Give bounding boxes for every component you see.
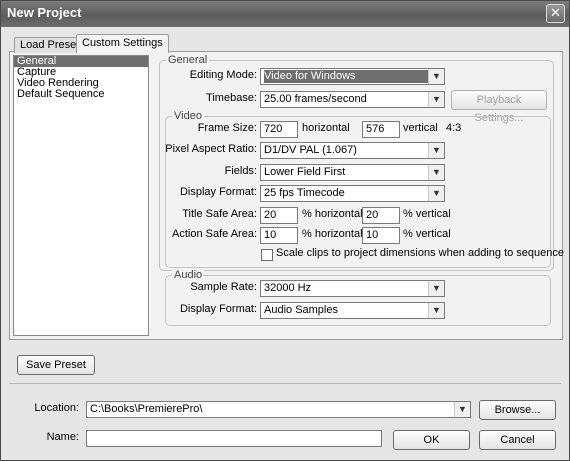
action-safe-vertical-input[interactable]: 10 xyxy=(362,227,400,244)
timebase-label: Timebase: xyxy=(206,92,257,104)
pixel-aspect-select[interactable]: D1/DV PAL (1.067) ▼ xyxy=(260,142,445,159)
action-safe-label: Action Safe Area: xyxy=(172,228,257,240)
editing-mode-label: Editing Mode: xyxy=(189,69,257,81)
nav-item-default-sequence[interactable]: Default Sequence xyxy=(14,89,148,100)
title-safe-horizontal-label: % horizontal xyxy=(302,208,363,220)
frame-horizontal-label: horizontal xyxy=(302,122,350,134)
window-title: New Project xyxy=(7,5,82,20)
frame-width-input[interactable]: 720 xyxy=(260,121,298,138)
scale-clips-checkbox[interactable] xyxy=(261,249,273,261)
title-safe-vertical-label: % vertical xyxy=(403,208,451,220)
editing-mode-value: Video for Windows xyxy=(264,70,428,83)
title-safe-label: Title Safe Area: xyxy=(182,208,257,220)
cancel-button[interactable]: Cancel xyxy=(479,430,556,450)
display-format-select[interactable]: 25 fps Timecode ▼ xyxy=(260,185,445,202)
editing-mode-select[interactable]: Video for Windows ▼ xyxy=(260,68,445,85)
sample-rate-label: Sample Rate: xyxy=(190,281,257,293)
separator xyxy=(9,383,561,384)
frame-height-input[interactable]: 576 xyxy=(362,121,400,138)
timebase-value: 25.00 frames/second xyxy=(264,93,367,105)
sample-rate-value: 32000 Hz xyxy=(264,282,312,294)
display-format-label: Display Format: xyxy=(179,186,257,198)
tab-custom-settings[interactable]: Custom Settings xyxy=(76,34,169,53)
project-name-input[interactable] xyxy=(86,430,382,447)
fields-select[interactable]: Lower Field First ▼ xyxy=(260,164,445,181)
ok-button[interactable]: OK xyxy=(393,430,470,450)
pixel-aspect-label: Pixel Aspect Ratio: xyxy=(165,143,257,155)
sample-rate-select[interactable]: 32000 Hz ▼ xyxy=(260,280,445,297)
general-group-label: General xyxy=(166,54,210,66)
chevron-down-icon: ▼ xyxy=(428,69,444,84)
save-preset-button[interactable]: Save Preset xyxy=(17,355,95,375)
pixel-aspect-value: D1/DV PAL (1.067) xyxy=(264,144,357,156)
audio-display-format-select[interactable]: Audio Samples ▼ xyxy=(260,302,445,319)
chevron-down-icon: ▼ xyxy=(428,303,444,318)
location-value: C:\Books\PremierePro\ xyxy=(90,403,203,415)
chevron-down-icon: ▼ xyxy=(428,281,444,296)
chevron-down-icon: ▼ xyxy=(428,92,444,107)
frame-size-label: Frame Size: xyxy=(197,122,257,134)
browse-button[interactable]: Browse... xyxy=(479,400,556,420)
title-bar: New Project ✕ xyxy=(1,1,569,27)
scale-clips-label: Scale clips to project dimensions when a… xyxy=(276,247,565,259)
tab-load-preset[interactable]: Load Preset xyxy=(14,37,86,53)
title-safe-horizontal-input[interactable]: 20 xyxy=(260,207,298,224)
audio-display-format-value: Audio Samples xyxy=(264,304,338,316)
aspect-ratio-text: 4:3 xyxy=(446,122,462,134)
action-safe-vertical-label: % vertical xyxy=(403,228,451,240)
timebase-select[interactable]: 25.00 frames/second ▼ xyxy=(260,91,445,108)
title-safe-vertical-input[interactable]: 20 xyxy=(362,207,400,224)
location-label: Location: xyxy=(34,402,79,414)
chevron-down-icon: ▼ xyxy=(428,143,444,158)
action-safe-horizontal-input[interactable]: 10 xyxy=(260,227,298,244)
action-safe-horizontal-label: % horizontal xyxy=(302,228,363,240)
chevron-down-icon: ▼ xyxy=(428,186,444,201)
new-project-dialog: New Project ✕ Load Preset Custom Setting… xyxy=(0,0,570,461)
fields-label: Fields: xyxy=(224,165,257,177)
chevron-down-icon: ▼ xyxy=(454,402,470,417)
close-icon[interactable]: ✕ xyxy=(546,4,565,23)
frame-vertical-label: vertical xyxy=(403,122,438,134)
name-label: Name: xyxy=(46,431,79,443)
chevron-down-icon: ▼ xyxy=(428,165,444,180)
settings-category-list: General Capture Video Rendering Default … xyxy=(13,55,149,336)
fields-value: Lower Field First xyxy=(264,166,346,178)
display-format-value: 25 fps Timecode xyxy=(264,187,345,199)
location-select[interactable]: C:\Books\PremierePro\ ▼ xyxy=(86,401,471,418)
audio-display-format-label: Display Format: xyxy=(179,303,257,315)
playback-settings-button[interactable]: Playback Settings... xyxy=(451,90,547,124)
